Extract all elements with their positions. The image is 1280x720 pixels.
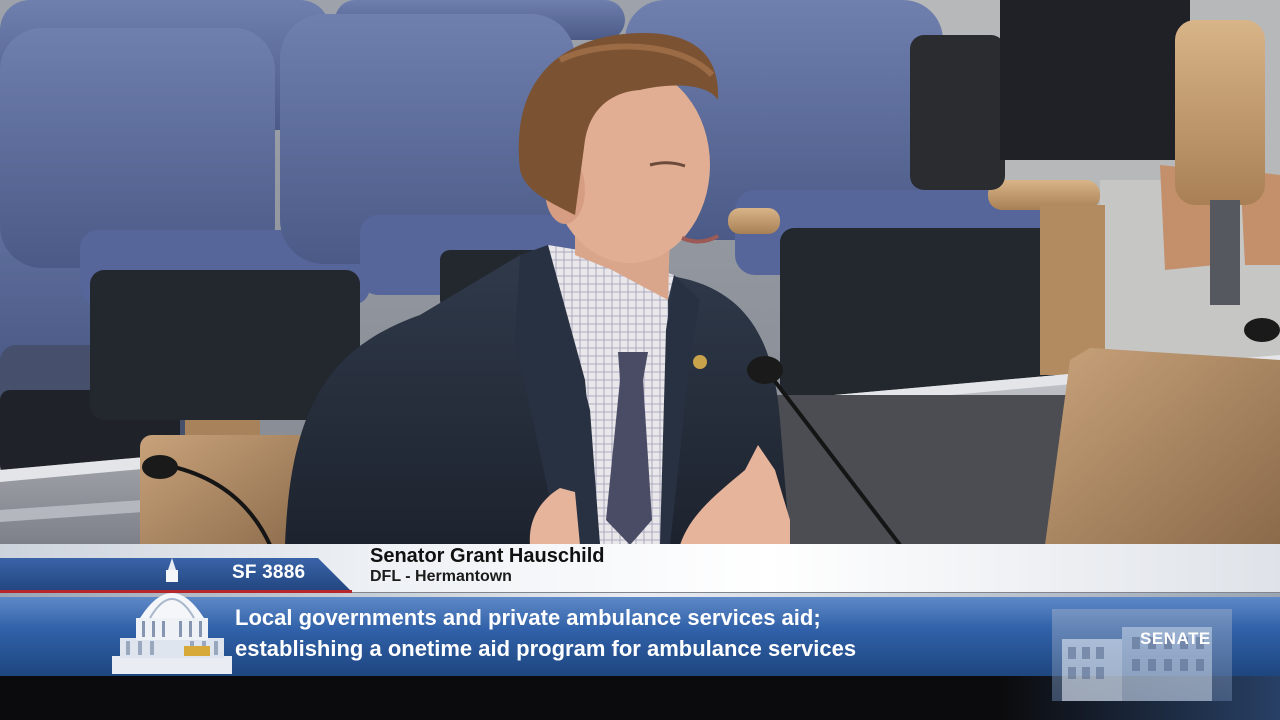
topic-line-2: establishing a onetime aid program for a… — [235, 636, 857, 661]
topic-line-1: Local governments and private ambulance … — [235, 605, 821, 630]
speaker-name: Senator Grant Hauschild — [370, 545, 605, 567]
capitol-dome-icon — [112, 558, 232, 674]
senate-building-icon — [1052, 609, 1232, 701]
leather-chair-left — [140, 435, 310, 555]
microphone-right — [1244, 318, 1280, 342]
lower-third-graphic: SF 3886 Senator Grant Hauschild DFL - He… — [0, 544, 1280, 720]
bill-number: SF 3886 — [232, 562, 306, 583]
senate-label: SENATE — [1140, 629, 1211, 648]
speaker-affiliation: DFL - Hermantown — [370, 568, 512, 585]
leather-chair-right — [1045, 348, 1280, 545]
